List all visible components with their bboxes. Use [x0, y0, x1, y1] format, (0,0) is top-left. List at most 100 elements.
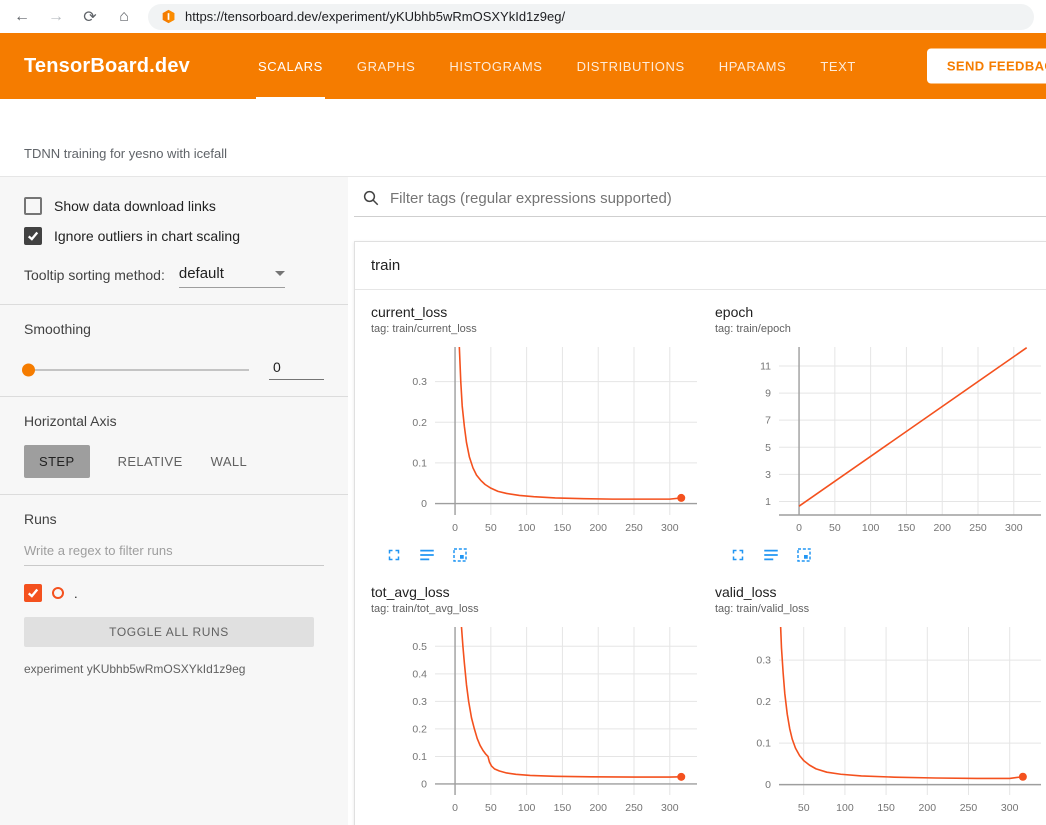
experiment-title: TDNN training for yesno with icefall — [24, 146, 227, 161]
toggle-all-runs-button[interactable]: TOGGLE ALL RUNS — [24, 617, 314, 647]
tab-distributions[interactable]: DISTRIBUTIONS — [575, 33, 687, 99]
svg-text:0.1: 0.1 — [412, 457, 427, 469]
tab-hparams[interactable]: HPARAMS — [717, 33, 789, 99]
run-color-swatch — [52, 587, 64, 599]
experiment-id-note: experiment yKUbhb5wRmOSXYkId1z9eg — [24, 662, 324, 676]
svg-text:200: 200 — [589, 802, 607, 814]
send-feedback-button[interactable]: SEND FEEDBACK — [927, 49, 1046, 84]
chart-tag: tag: train/epoch — [715, 323, 1046, 335]
section-title[interactable]: train — [355, 242, 1046, 290]
ignore-outliers-checkbox[interactable] — [24, 227, 42, 245]
chart-tag: tag: train/current_loss — [371, 323, 707, 335]
svg-text:300: 300 — [661, 522, 679, 534]
svg-text:0.3: 0.3 — [756, 655, 771, 667]
sidebar-divider — [0, 396, 348, 397]
ignore-outliers-label: Ignore outliers in chart scaling — [54, 228, 240, 244]
smoothing-slider-row: 0 — [24, 359, 324, 380]
axis-relative-button[interactable]: RELATIVE — [118, 454, 183, 469]
home-icon[interactable]: ⌂ — [114, 8, 134, 26]
chart-tag: tag: train/valid_loss — [715, 603, 1046, 615]
chart-card-epoch: epoch tag: train/epoch 05010015020025030… — [715, 304, 1046, 564]
chart-title: current_loss — [371, 304, 707, 320]
svg-text:150: 150 — [554, 522, 572, 534]
smoothing-slider-thumb[interactable] — [22, 363, 35, 376]
svg-text:0.3: 0.3 — [412, 376, 427, 388]
tab-graphs[interactable]: GRAPHS — [355, 33, 418, 99]
run-checkbox[interactable] — [24, 584, 42, 602]
chart-actions — [371, 546, 707, 564]
svg-text:0.2: 0.2 — [756, 696, 771, 708]
axis-step-button[interactable]: STEP — [24, 445, 90, 478]
fullscreen-icon[interactable] — [729, 546, 747, 564]
experiment-subheader: TDNN training for yesno with icefall — [0, 99, 1046, 177]
tab-histograms[interactable]: HISTOGRAMS — [447, 33, 544, 99]
svg-text:150: 150 — [898, 522, 916, 534]
forward-icon[interactable]: → — [46, 8, 66, 26]
line-chart-epoch[interactable]: 0501001502002503001357911 — [715, 341, 1046, 541]
tab-text[interactable]: TEXT — [818, 33, 858, 99]
show-download-checkbox[interactable] — [24, 197, 42, 215]
fit-domain-icon[interactable] — [451, 546, 469, 564]
svg-text:100: 100 — [518, 802, 536, 814]
tag-filter-input[interactable] — [390, 190, 1046, 207]
runs-filter-input[interactable] — [24, 543, 324, 566]
svg-text:150: 150 — [877, 802, 895, 814]
tab-scalars[interactable]: SCALARS — [256, 33, 325, 99]
chart-title: epoch — [715, 304, 1046, 320]
svg-text:0: 0 — [796, 522, 802, 534]
view-options-icon[interactable] — [418, 546, 436, 564]
svg-text:5: 5 — [765, 442, 771, 454]
svg-text:50: 50 — [485, 522, 497, 534]
settings-sidebar: Show data download links Ignore outliers… — [0, 177, 348, 825]
smoothing-label: Smoothing — [24, 321, 324, 337]
chart-card-current-loss: current_loss tag: train/current_loss 050… — [371, 304, 707, 564]
chart-card-valid-loss: valid_loss tag: train/valid_loss 5010015… — [715, 584, 1046, 825]
svg-text:250: 250 — [969, 522, 987, 534]
svg-text:300: 300 — [1001, 802, 1019, 814]
fullscreen-icon[interactable] — [385, 546, 403, 564]
svg-text:50: 50 — [829, 522, 841, 534]
svg-text:1: 1 — [765, 496, 771, 508]
horizontal-axis-label: Horizontal Axis — [24, 413, 324, 429]
svg-text:0: 0 — [452, 802, 458, 814]
line-chart-valid-loss[interactable]: 5010015020025030000.10.20.3 — [715, 621, 1046, 821]
smoothing-value[interactable]: 0 — [269, 359, 324, 380]
chart-actions — [715, 546, 1046, 564]
address-bar[interactable]: https://tensorboard.dev/experiment/yKUbh… — [148, 4, 1034, 30]
chart-title: tot_avg_loss — [371, 584, 707, 600]
view-options-icon[interactable] — [762, 546, 780, 564]
svg-text:0.2: 0.2 — [412, 723, 427, 735]
chart-card-tot-avg-loss: tot_avg_loss tag: train/tot_avg_loss 050… — [371, 584, 707, 825]
axis-wall-button[interactable]: WALL — [211, 454, 248, 469]
show-download-row: Show data download links — [24, 197, 324, 215]
svg-text:250: 250 — [960, 802, 978, 814]
smoothing-slider[interactable] — [24, 369, 249, 371]
tag-filter-row — [354, 189, 1046, 217]
svg-text:7: 7 — [765, 415, 771, 427]
browser-toolbar: ← → ⟳ ⌂ https://tensorboard.dev/experime… — [0, 0, 1046, 33]
svg-text:0.4: 0.4 — [412, 668, 427, 680]
horizontal-axis-buttons: STEP RELATIVE WALL — [24, 445, 324, 478]
svg-text:100: 100 — [518, 522, 536, 534]
line-chart-tot-avg-loss[interactable]: 05010015020025030000.10.20.30.40.5 — [371, 621, 707, 821]
svg-text:100: 100 — [862, 522, 880, 534]
tensorboard-favicon — [161, 9, 176, 24]
tooltip-sorting-label: Tooltip sorting method: — [24, 267, 165, 288]
url-text: https://tensorboard.dev/experiment/yKUbh… — [185, 9, 565, 24]
tooltip-sorting-dropdown[interactable]: default — [179, 265, 285, 288]
chevron-down-icon — [275, 271, 285, 276]
svg-text:250: 250 — [625, 802, 643, 814]
tooltip-sorting-value: default — [179, 265, 224, 282]
line-chart-current-loss[interactable]: 05010015020025030000.10.20.3 — [371, 341, 707, 541]
ignore-outliers-row: Ignore outliers in chart scaling — [24, 227, 324, 245]
svg-text:100: 100 — [836, 802, 854, 814]
svg-text:0.1: 0.1 — [412, 751, 427, 763]
sidebar-divider — [0, 304, 348, 305]
refresh-icon[interactable]: ⟳ — [80, 7, 100, 27]
svg-text:200: 200 — [589, 522, 607, 534]
svg-text:0.5: 0.5 — [412, 641, 427, 653]
fit-domain-icon[interactable] — [795, 546, 813, 564]
back-icon[interactable]: ← — [12, 8, 32, 26]
app-brand: TensorBoard.dev — [24, 55, 190, 78]
svg-text:0.1: 0.1 — [756, 738, 771, 750]
